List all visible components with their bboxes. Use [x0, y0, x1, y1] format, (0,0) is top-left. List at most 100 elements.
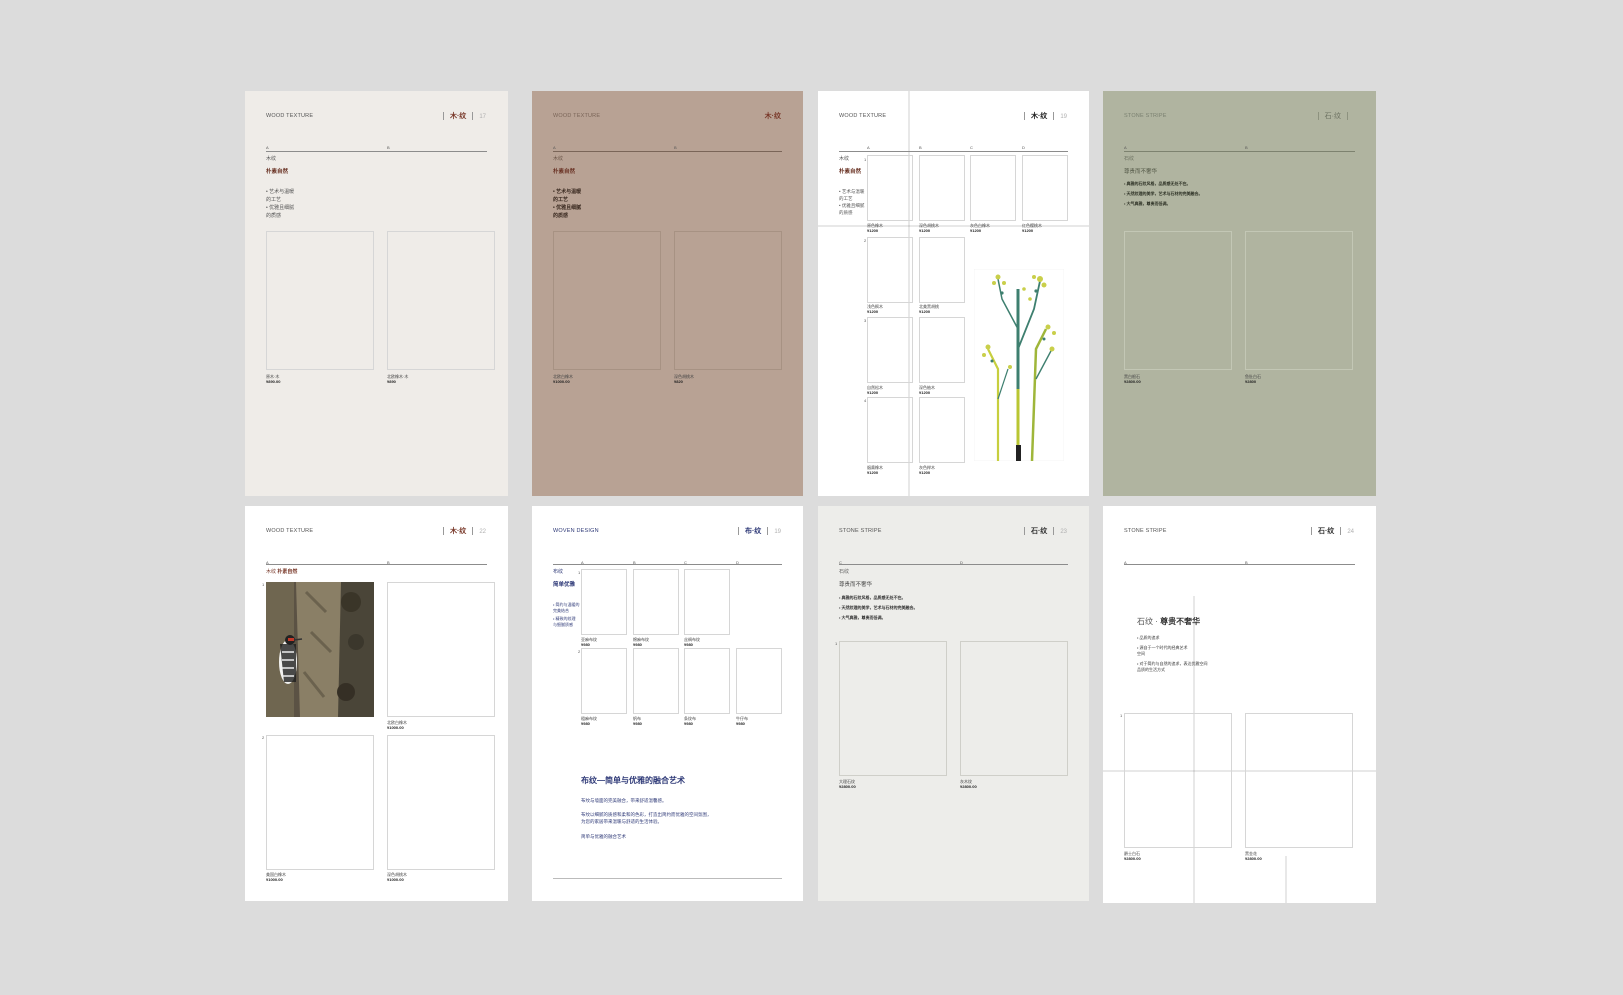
swatch-caption: 深色胡桃木 ¥820 — [674, 374, 694, 385]
section-title: 朴素自然 — [553, 169, 576, 175]
bullet: • 优雅且细腻 的质感 — [266, 205, 295, 219]
page-header: STONE STRIPE — [1124, 113, 1167, 119]
swatch-caption: 粗麻布纹 ¥980 — [581, 716, 597, 727]
divider — [553, 564, 782, 565]
swatch-caption: 灰色榉木 ¥1200 — [919, 465, 935, 476]
page-number: 23 — [1060, 529, 1067, 535]
page-stone-20: STONE STRIPE 石·纹 A B 石纹 尊贵而不奢华 • 典雅的石纹风格… — [1103, 91, 1376, 496]
swatch-box — [553, 231, 661, 370]
section-tag: 石·纹 — [1030, 528, 1048, 535]
swatch-caption: 原色橡木 ¥1200 — [867, 223, 883, 234]
bullet: • 精致的纹理 与细腻质感 — [553, 616, 576, 627]
swatch-box — [919, 317, 965, 383]
page-stone-23: STONE STRIPE 石·纹 23 C D 石纹 尊贵而不奢华 • 典雅的石纹… — [818, 506, 1089, 901]
category-label: 石纹 — [839, 569, 850, 575]
guide-line — [1285, 856, 1287, 903]
page-woven-19: WOVEN DESIGN 布·纹 19 A B C D 布纹 简单优雅 • 简约与… — [532, 506, 803, 901]
swatch-caption: 北美黑胡桃 ¥1200 — [919, 304, 939, 315]
category-label: 木纹 — [553, 156, 564, 162]
swatch-box — [867, 237, 913, 303]
swatch-caption: 条纹布 ¥980 — [684, 716, 696, 727]
swatch-box — [633, 648, 679, 714]
category-label: 木纹 — [266, 156, 277, 162]
swatch-box — [266, 735, 374, 870]
swatch-box — [1245, 231, 1353, 370]
bullet: • 对于简约与自然的追求，表达优雅空间 品质的生活方式 — [1137, 661, 1208, 672]
section-title: 朴素自然 — [266, 169, 289, 175]
page-tag: 木·纹 22 — [437, 526, 486, 536]
bullet: • 优雅且细腻 的质感 — [553, 205, 582, 219]
body-text: 布纹以细腻的质感和柔和的色彩，打造出简约而优雅的空间氛围， 为您的家居带来温暖与舒… — [581, 812, 712, 824]
swatch-box — [684, 648, 730, 714]
swatch-caption: 美国白橡木 ¥1000.00 — [266, 872, 286, 883]
page-wood-22: WOOD TEXTURE 木·纹 22 A B 木纹 朴素自然 1 北欧白橡木 ¥1… — [245, 506, 508, 901]
swatch-box — [1022, 155, 1068, 221]
swatch-caption: 棉麻布纹 ¥980 — [633, 637, 649, 648]
body-text: 布纹与墙面的完美融合，带来舒适温馨感。 — [581, 798, 667, 803]
page-number: 24 — [1347, 529, 1354, 535]
column-label: B — [919, 145, 922, 150]
section-title: 简单优雅 — [553, 582, 576, 588]
swatch-caption: 北欧橡木·木 ¥890 — [387, 374, 409, 385]
guide-line — [818, 225, 1089, 227]
page-header: STONE STRIPE — [839, 528, 882, 534]
swatch-caption: 鱼肚白石 ¥2800 — [1245, 374, 1261, 385]
column-label: C — [970, 145, 973, 150]
swatch-caption: 红色樱桃木 ¥1200 — [1022, 223, 1042, 234]
divider — [266, 564, 487, 565]
category-label: 木纹 — [839, 156, 850, 162]
page-tag: 石·纹 23 — [1018, 526, 1067, 536]
bullet: • 源自于一个时代的经典艺术 空间 — [1137, 645, 1188, 656]
row-label: 1 — [578, 570, 581, 575]
page-tag: 石·纹 — [1312, 111, 1354, 121]
divider — [839, 151, 1068, 152]
swatch-box — [633, 569, 679, 635]
row-label: 4 — [864, 398, 867, 403]
column-label: A — [1124, 145, 1127, 150]
section-tag: 石·纹 — [1324, 113, 1341, 120]
swatch-caption: 黑金花 ¥2800.00 — [1245, 851, 1262, 862]
bullet: • 典雅的石纹风格，品质感无处不在。 — [1124, 181, 1191, 186]
column-label: A — [867, 145, 870, 150]
swatch-caption: 帆布 ¥980 — [633, 716, 642, 727]
swatch-box — [581, 569, 627, 635]
swatch-box — [1124, 713, 1232, 848]
row-label: 1 — [1120, 713, 1123, 718]
divider — [266, 151, 487, 152]
swatch-caption: 原木·木 ¥890.00 — [266, 374, 281, 385]
page-header: STONE STRIPE — [1124, 528, 1167, 534]
footer-divider — [553, 878, 782, 879]
row-label: 1 — [835, 641, 838, 646]
bullet: • 天然纹理的美学，艺术与石材的完美融合。 — [1124, 191, 1203, 196]
swatch-box — [387, 231, 495, 370]
divider — [839, 564, 1068, 565]
column-label: A — [266, 145, 269, 150]
page-tag: 布·纹 19 — [732, 526, 781, 536]
swatch-caption: 黑白根石 ¥2800.00 — [1124, 374, 1141, 385]
swatch-caption: 灰色白橡木 ¥1200 — [970, 223, 990, 234]
swatch-box — [960, 641, 1068, 776]
swatch-caption: 自然松木 ¥1200 — [867, 385, 883, 396]
swatch-box — [266, 231, 374, 370]
bullet: • 艺术与温暖 的工艺 — [553, 189, 582, 203]
page-number: 19 — [1060, 114, 1067, 120]
divider — [553, 151, 782, 152]
column-label: D — [1022, 145, 1025, 150]
swatch-caption: 牛仔布 ¥980 — [736, 716, 748, 727]
swatch-box — [839, 641, 947, 776]
section-tag: 木·纹 — [764, 113, 781, 120]
row-label: 3 — [864, 318, 867, 323]
category-label: 石纹 — [1124, 156, 1135, 162]
bullet: • 天然纹理的美学，艺术与石材的完美融合。 — [839, 605, 918, 610]
swatch-box — [867, 155, 913, 221]
bullet: • 典雅的石纹风格，品质感无处不在。 — [839, 595, 906, 600]
page-number: 17 — [479, 114, 486, 120]
section-tag: 木·纹 — [1030, 113, 1048, 120]
page-header: WOOD TEXTURE — [266, 113, 314, 119]
section-title: 尊贵而不奢华 — [839, 582, 873, 588]
row-label: 1 — [864, 157, 867, 162]
swatch-caption: 爵士白石 ¥2800.00 — [1124, 851, 1141, 862]
section-title: 朴素自然 — [839, 169, 862, 175]
row-label: 2 — [262, 735, 265, 740]
section-heading: 木纹 朴素自然 — [266, 569, 298, 575]
